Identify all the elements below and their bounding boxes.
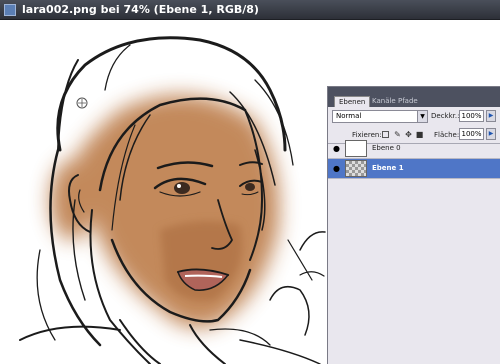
opacity-field[interactable]: 100%	[459, 110, 484, 122]
blend-mode-select[interactable]: Normal ▼	[332, 110, 428, 123]
tab-layers[interactable]: Ebenen	[334, 96, 371, 107]
lock-transparent-icon[interactable]	[382, 131, 389, 138]
blend-opacity-row: Normal ▼ Deckkr.: 100% ▶	[328, 107, 500, 126]
opacity-label: Deckkr.:	[431, 112, 460, 120]
window-titlebar[interactable]: lara002.png bei 74% (Ebene 1, RGB/8)	[0, 0, 500, 20]
opacity-arrow-icon[interactable]: ▶	[486, 110, 496, 122]
lock-brush-icon[interactable]: ✎	[393, 130, 402, 139]
layer-row-selected[interactable]: ● Ebene 1	[328, 159, 500, 179]
skin-paint	[50, 94, 280, 328]
lock-move-icon[interactable]: ✥	[404, 130, 413, 139]
chevron-down-icon[interactable]: ▼	[417, 111, 427, 122]
layer-name: Ebene 0	[372, 144, 401, 152]
layers-panel: Ebenen Kanäle Pfade Normal ▼ Deckkr.: 10…	[327, 86, 500, 364]
eye-icon[interactable]: ●	[331, 164, 342, 173]
layer-row[interactable]: ● Ebene 0	[328, 139, 500, 159]
tab-paths[interactable]: Pfade	[394, 96, 422, 107]
eye-icon[interactable]: ●	[331, 144, 342, 153]
transparent-thumbnail	[345, 160, 367, 177]
panel-tabstrip: Ebenen Kanäle Pfade	[328, 87, 500, 107]
window-title: lara002.png bei 74% (Ebene 1, RGB/8)	[22, 3, 259, 16]
photoshop-document-icon	[4, 4, 16, 16]
sketch-thumbnail	[345, 140, 367, 157]
lock-all-icon[interactable]: ■	[415, 130, 424, 139]
blend-mode-value: Normal	[336, 112, 362, 120]
brush-cursor-icon	[76, 97, 88, 109]
layer-name: Ebene 1	[372, 164, 404, 172]
